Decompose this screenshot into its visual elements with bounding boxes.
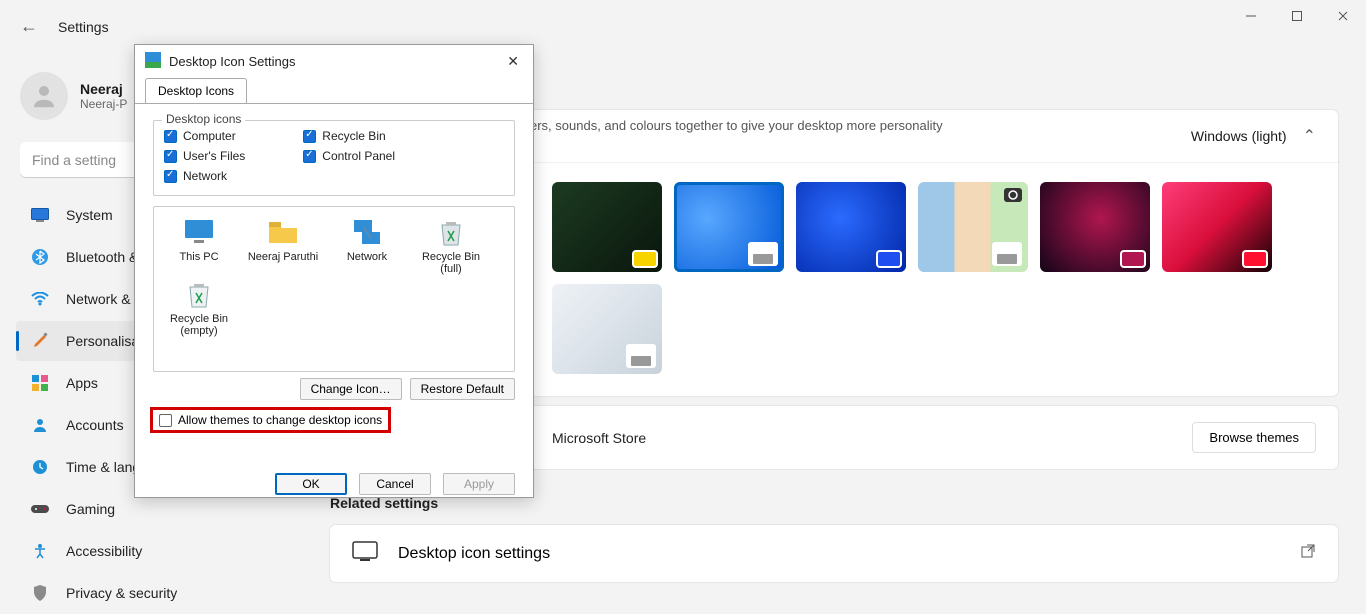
- current-theme-label: Windows (light): [1191, 128, 1287, 144]
- change-icon-button[interactable]: Change Icon…: [300, 378, 402, 400]
- related-row-label: Desktop icon settings: [398, 545, 550, 563]
- icon-recycle-empty[interactable]: Recycle Bin (empty): [160, 279, 238, 337]
- checkbox-icon: [164, 170, 177, 183]
- accessibility-icon: [30, 541, 50, 561]
- icon-this-pc[interactable]: This PC: [160, 217, 238, 275]
- avatar: [20, 72, 68, 120]
- checkbox-network[interactable]: Network: [164, 169, 245, 183]
- dialog-icon: [145, 52, 161, 71]
- checkbox-icon: [303, 150, 316, 163]
- gaming-icon: [30, 499, 50, 519]
- theme-grid-card: [530, 160, 1338, 396]
- theme-tile[interactable]: [552, 284, 662, 374]
- accounts-icon: [30, 415, 50, 435]
- desktop-icon-settings-dialog: Desktop Icon Settings ✕ Desktop Icons De…: [134, 44, 534, 498]
- icon-network[interactable]: Network: [328, 217, 406, 275]
- sidebar-item-label: System: [66, 207, 113, 223]
- fieldset-legend: Desktop icons: [162, 112, 245, 126]
- theme-tile[interactable]: [796, 182, 906, 272]
- shield-icon: [30, 583, 50, 603]
- wifi-icon: [30, 289, 50, 309]
- apps-icon: [30, 373, 50, 393]
- current-theme-card[interactable]: ers, sounds, and colours together to giv…: [530, 110, 1338, 162]
- checkbox-users-files[interactable]: User's Files: [164, 149, 245, 163]
- checkbox-computer[interactable]: Computer: [164, 129, 245, 143]
- browse-text: Microsoft Store: [552, 430, 646, 446]
- checkbox-icon: [164, 150, 177, 163]
- sidebar-item-label: Time & lang: [66, 459, 140, 475]
- theme-tile[interactable]: [918, 182, 1028, 272]
- browse-themes-button[interactable]: Browse themes: [1192, 422, 1316, 453]
- theme-tile[interactable]: [552, 182, 662, 272]
- checkbox-icon: [159, 414, 172, 427]
- sidebar-item-accessibility[interactable]: Accessibility: [16, 531, 288, 571]
- dialog-close-button[interactable]: ✕: [501, 51, 525, 72]
- browse-themes-row: Microsoft Store Browse themes: [530, 406, 1338, 469]
- desktop-icon-settings-icon: [352, 541, 378, 566]
- brush-icon: [30, 331, 50, 351]
- checkbox-icon: [164, 130, 177, 143]
- checkbox-control-panel[interactable]: Control Panel: [303, 149, 395, 163]
- checkbox-recycle-bin[interactable]: Recycle Bin: [303, 129, 395, 143]
- restore-default-button[interactable]: Restore Default: [410, 378, 515, 400]
- theme-tile[interactable]: [674, 182, 784, 272]
- icons-preview-box: This PC Neeraj Paruthi Network Recycle B…: [153, 206, 515, 372]
- sidebar-item-privacy[interactable]: Privacy & security: [16, 573, 288, 613]
- dialog-title: Desktop Icon Settings: [169, 54, 295, 69]
- sidebar-item-label: Gaming: [66, 501, 115, 517]
- clock-icon: [30, 457, 50, 477]
- sidebar-item-label: Personalisat: [66, 333, 143, 349]
- sidebar-item-label: Bluetooth &: [66, 249, 138, 265]
- system-icon: [30, 205, 50, 225]
- sidebar-item-label: Accessibility: [66, 543, 142, 559]
- window-title: Settings: [58, 19, 109, 35]
- desktop-icon-settings-row[interactable]: Desktop icon settings: [330, 525, 1338, 582]
- apply-button[interactable]: Apply: [443, 473, 515, 495]
- icon-user-folder[interactable]: Neeraj Paruthi: [244, 217, 322, 275]
- chevron-up-icon: ⌃: [1303, 126, 1316, 146]
- theme-tile[interactable]: [1162, 182, 1272, 272]
- user-name: Neeraj: [80, 81, 127, 97]
- open-icon: [1300, 543, 1316, 564]
- sidebar-item-label: Network & i: [66, 291, 138, 307]
- maximize-button[interactable]: [1274, 0, 1320, 32]
- back-button[interactable]: ←: [20, 16, 38, 37]
- close-button[interactable]: [1320, 0, 1366, 32]
- themes-description: ers, sounds, and colours together to giv…: [530, 118, 943, 133]
- sidebar-item-label: Accounts: [66, 417, 124, 433]
- sidebar-item-label: Privacy & security: [66, 585, 177, 601]
- desktop-icons-fieldset: Desktop icons Computer User's Files Netw…: [153, 120, 515, 196]
- theme-tile[interactable]: [1040, 182, 1150, 272]
- allow-themes-checkbox[interactable]: Allow themes to change desktop icons: [153, 410, 388, 430]
- dialog-tab[interactable]: Desktop Icons: [145, 78, 247, 103]
- checkbox-icon: [303, 130, 316, 143]
- ok-button[interactable]: OK: [275, 473, 347, 495]
- minimize-button[interactable]: [1228, 0, 1274, 32]
- bluetooth-icon: [30, 247, 50, 267]
- icon-recycle-full[interactable]: Recycle Bin (full): [412, 217, 490, 275]
- cancel-button[interactable]: Cancel: [359, 473, 431, 495]
- sidebar-item-label: Apps: [66, 375, 98, 391]
- user-email: Neeraj-P: [80, 97, 127, 111]
